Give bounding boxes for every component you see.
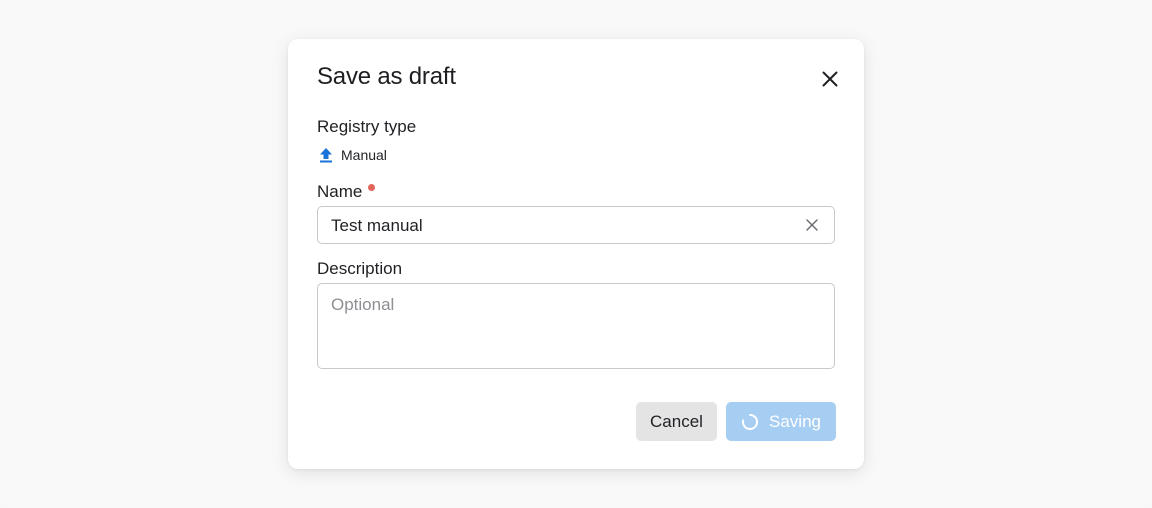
name-input-value[interactable]: Test manual [331,216,423,236]
name-label-text: Name [317,182,363,201]
close-icon [822,71,838,87]
description-textarea[interactable]: Optional [317,283,835,369]
name-input[interactable]: Test manual [317,206,835,244]
clear-icon [806,219,818,231]
registry-type-label: Registry type [317,117,417,136]
upload-icon [320,148,332,163]
spinner-icon [742,413,759,430]
saving-button[interactable]: Saving [726,402,836,441]
cancel-button-label: Cancel [650,411,703,431]
registry-type-text: Manual [341,147,387,163]
dialog-title: Save as draft [317,63,456,90]
saving-button-label: Saving [769,411,821,431]
clear-name-button[interactable] [804,217,820,233]
save-draft-dialog: Save as draft Registry type Manual Name … [288,39,864,469]
description-label: Description [317,259,403,278]
cancel-button[interactable]: Cancel [636,402,717,441]
registry-type-value: Manual [319,146,387,164]
close-button[interactable] [818,67,842,91]
name-label: Name [317,182,376,202]
required-indicator [368,184,376,191]
description-placeholder: Optional [331,295,395,314]
